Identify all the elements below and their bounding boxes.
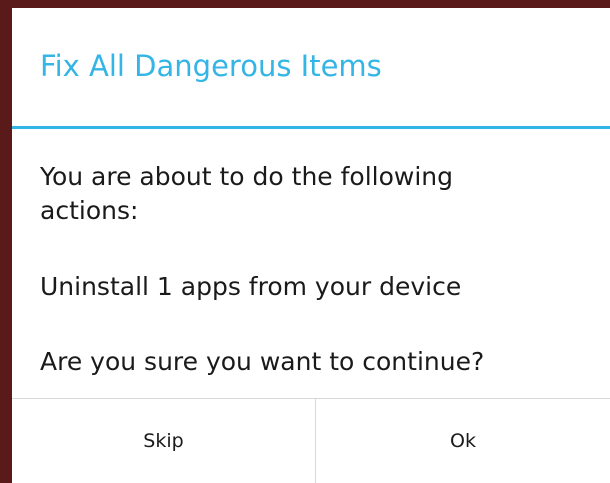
ok-button[interactable]: Ok [316,399,610,483]
skip-button[interactable]: Skip [12,399,315,483]
dialog-title: Fix All Dangerous Items [40,49,382,83]
title-divider [12,126,610,129]
confirm-dialog: Fix All Dangerous Items You are about to… [12,8,610,483]
action-item: Uninstall 1 apps from your device [40,272,462,301]
message-line-1: You are about to do the following [40,162,454,191]
confirm-question: Are you sure you want to continue? [40,347,485,376]
message-line-2: actions: [40,196,139,225]
